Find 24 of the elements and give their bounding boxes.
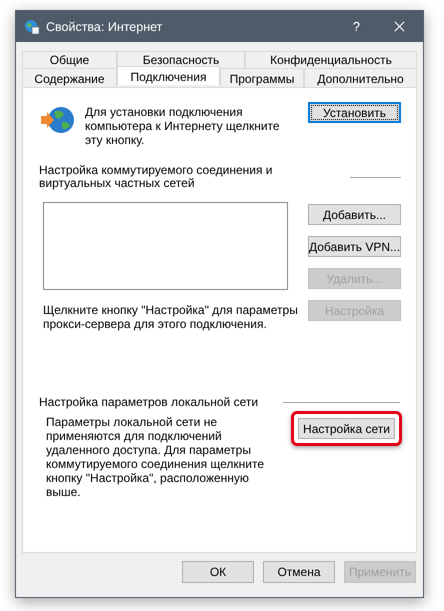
- tab[interactable]: Содержание: [22, 68, 117, 87]
- connection-list[interactable]: [43, 202, 288, 290]
- group-heading: Настройка коммутируемого соединения и виртуальных частных сетей: [39, 164, 274, 190]
- tab[interactable]: Безопасность: [117, 51, 245, 68]
- globe-icon: [24, 18, 40, 34]
- dialup-button[interactable]: Добавить VPN...: [308, 236, 401, 257]
- help-button[interactable]: ?: [352, 19, 360, 34]
- globe-arrow-icon: [39, 104, 77, 136]
- lan-text: Параметры локальной сети не применяются для подключений удаленного доступа. Для параметры коммутируемого соединения щелкните кнопку "Настройка", расположенную выше.: [46, 415, 266, 499]
- setup-text: Для установки подключения компьютера к Интернету щелкните эту кнопку.: [85, 105, 281, 147]
- lan-settings-button[interactable]: Настройка сети: [298, 418, 395, 439]
- proxy-text: Щелкните кнопку "Настройка" для параметры прокси-сервера для этого подключения.: [43, 303, 298, 331]
- dialup-button[interactable]: Добавить...: [308, 204, 401, 225]
- window-title: Свойства: Интернет: [46, 20, 164, 34]
- tab[interactable]: Конфиденциальность: [245, 51, 417, 68]
- group-heading: Настройка параметров локальной сети: [39, 396, 258, 409]
- dialog-button[interactable]: ОК: [182, 561, 254, 583]
- close-icon[interactable]: [394, 21, 405, 32]
- tab[interactable]: Программы: [220, 68, 304, 87]
- setup-button[interactable]: Установить: [308, 102, 401, 123]
- tab[interactable]: Общие: [22, 51, 117, 68]
- tab[interactable]: Подключения: [117, 66, 220, 85]
- tab[interactable]: Дополнительно: [304, 68, 417, 87]
- dialog-button[interactable]: Отмена: [263, 561, 335, 583]
